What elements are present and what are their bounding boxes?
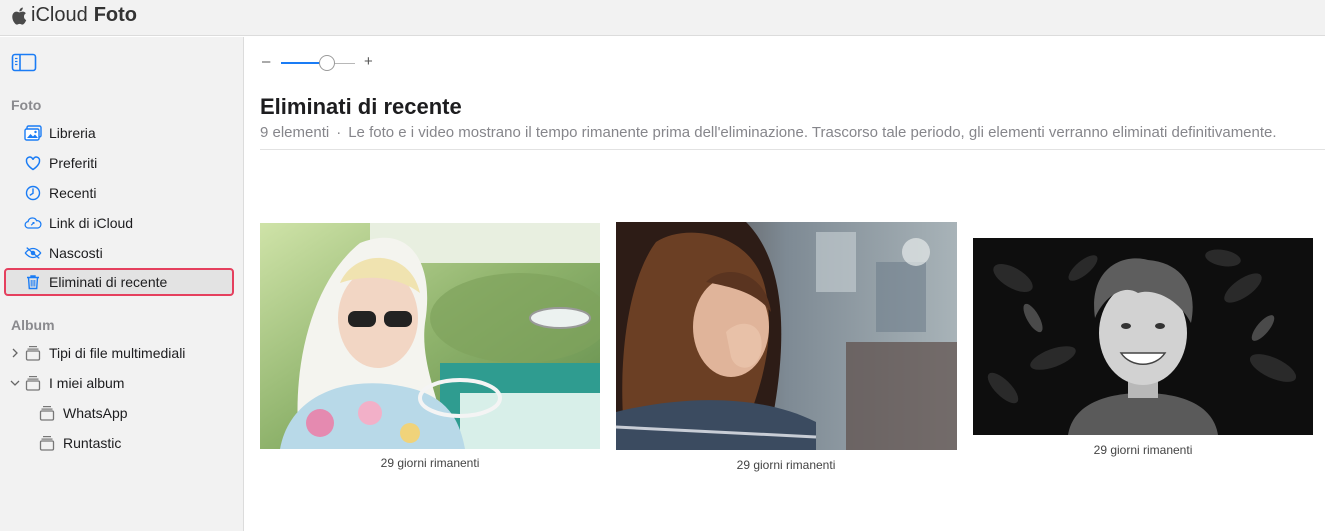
- sidebar-item-label: Link di iCloud: [49, 215, 134, 231]
- album-stack-icon: [38, 434, 56, 452]
- photo-caption: 29 giorni rimanenti: [380, 456, 480, 470]
- zoom-slider[interactable]: – +: [260, 53, 380, 71]
- sidebar-item-i-miei-album[interactable]: I miei album: [4, 369, 234, 397]
- sidebar-item-whatsapp[interactable]: WhatsApp: [4, 399, 234, 427]
- app-name: iCloud: [31, 4, 88, 26]
- sidebar-item-label: Libreria: [49, 125, 96, 141]
- app-brand[interactable]: iCloud Foto: [10, 4, 137, 27]
- clock-icon: [24, 184, 42, 202]
- main-content: – + Eliminati di recente 9 elementi · Le f…: [245, 37, 1325, 531]
- photo-woman-praying[interactable]: [616, 222, 957, 450]
- zoom-in-button[interactable]: +: [364, 53, 373, 70]
- item-count: 9 elementi: [260, 124, 330, 141]
- sidebar: Foto Libreria Preferiti Recenti Link di …: [0, 37, 244, 531]
- sidebar-item-libreria[interactable]: Libreria: [4, 119, 234, 147]
- sidebar-item-preferiti[interactable]: Preferiti: [4, 149, 234, 177]
- top-bar: iCloud Foto: [0, 0, 1325, 36]
- sidebar-item-link-icloud[interactable]: Link di iCloud: [4, 209, 234, 237]
- zoom-out-button[interactable]: –: [262, 53, 270, 70]
- cloud-link-icon: [24, 214, 42, 232]
- heart-icon: [24, 154, 42, 172]
- photo-tile[interactable]: 29 giorni rimanenti: [260, 223, 600, 473]
- eye-slash-icon: [24, 244, 42, 262]
- sidebar-item-tipi-di-file[interactable]: Tipi di file multimediali: [4, 339, 234, 367]
- album-stack-icon: [24, 374, 42, 392]
- sidebar-item-eliminati-di-recente[interactable]: Eliminati di recente: [4, 268, 234, 296]
- page-title: Eliminati di recente: [260, 94, 462, 119]
- sidebar-item-label: Runtastic: [63, 435, 122, 451]
- trash-icon: [24, 273, 42, 291]
- sidebar-item-label: WhatsApp: [63, 405, 128, 421]
- photo-tile[interactable]: 29 giorni rimanenti: [973, 238, 1313, 458]
- album-stack-icon: [24, 344, 42, 362]
- sidebar-item-recenti[interactable]: Recenti: [4, 179, 234, 207]
- photo-woman-in-vintage-car[interactable]: [260, 223, 600, 449]
- sidebar-item-label: Eliminati di recente: [49, 274, 168, 290]
- sidebar-item-label: Nascosti: [49, 245, 103, 261]
- sidebar-item-label: I miei album: [49, 375, 125, 391]
- sidebar-group-foto: Foto: [11, 97, 42, 113]
- sidebar-group-album: Album: [11, 317, 55, 333]
- app-section: Foto: [93, 4, 138, 26]
- sidebar-item-nascosti[interactable]: Nascosti: [4, 239, 234, 267]
- sidebar-item-runtastic[interactable]: Runtastic: [4, 429, 234, 457]
- photo-caption: 29 giorni rimanenti: [736, 458, 836, 472]
- photo-caption: 29 giorni rimanenti: [1093, 443, 1193, 457]
- album-stack-icon: [38, 404, 56, 422]
- photo-smiling-man-bw[interactable]: [973, 238, 1313, 435]
- page-subtitle: 9 elementi · Le foto e i video mostrano il…: [260, 124, 1325, 141]
- sidebar-item-label: Preferiti: [49, 155, 98, 171]
- chevron-right-icon[interactable]: [10, 348, 20, 358]
- sidebar-item-label: Recenti: [49, 185, 97, 201]
- chevron-down-icon[interactable]: [10, 379, 20, 387]
- photo-library-icon: [24, 124, 42, 142]
- apple-logo-icon: [12, 7, 27, 25]
- zoom-thumb[interactable]: [318, 55, 335, 71]
- sidebar-toggle-icon[interactable]: [11, 53, 38, 73]
- separator-dot: ·: [336, 124, 342, 141]
- header-divider: [260, 149, 1325, 150]
- photo-tile[interactable]: 29 giorni rimanenti: [616, 222, 957, 474]
- page-description: Le foto e i video mostrano il tempo rima…: [348, 124, 1277, 141]
- sidebar-item-label: Tipi di file multimediali: [49, 345, 186, 361]
